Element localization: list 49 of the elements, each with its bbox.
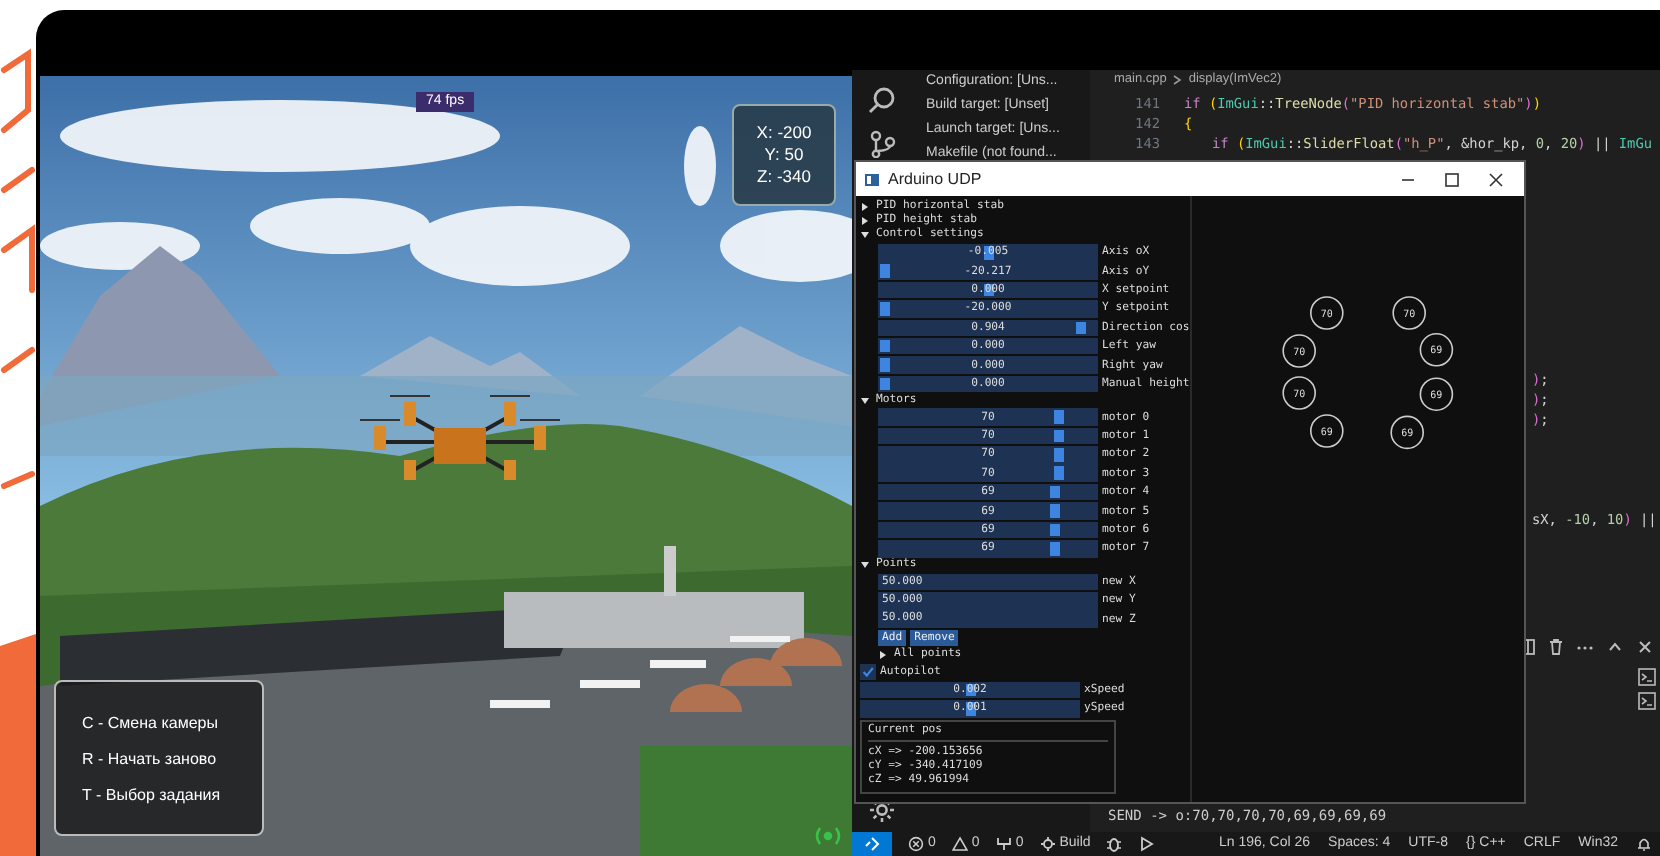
hotkey-hint: C - Смена камеры bbox=[82, 713, 220, 731]
terminal-icon[interactable] bbox=[1638, 692, 1656, 710]
antenna-icon bbox=[995, 836, 1012, 852]
slider-thumb[interactable] bbox=[880, 302, 890, 316]
close-icon[interactable] bbox=[1488, 171, 1504, 187]
slider-thumb[interactable] bbox=[880, 339, 890, 353]
error-icon bbox=[908, 836, 924, 852]
bell-icon[interactable] bbox=[1636, 836, 1652, 852]
slider-thumb[interactable] bbox=[1075, 321, 1086, 335]
slider-thumb[interactable] bbox=[1050, 504, 1061, 518]
slider-thumb[interactable] bbox=[1053, 410, 1064, 424]
collapsed-arrow-icon[interactable] bbox=[878, 649, 888, 660]
slider-thumb[interactable] bbox=[1053, 448, 1064, 462]
remote-icon bbox=[864, 836, 880, 852]
bug-icon[interactable] bbox=[1106, 836, 1123, 852]
coordinate-text: Z: -340 bbox=[757, 166, 811, 188]
expanded-arrow-icon[interactable] bbox=[860, 560, 870, 571]
trash-icon[interactable] bbox=[1548, 637, 1564, 655]
window-title: Arduino UDP bbox=[888, 167, 982, 191]
collapsed-arrow-icon[interactable] bbox=[860, 202, 870, 213]
expanded-arrow-icon[interactable] bbox=[860, 230, 870, 241]
slider-thumb[interactable] bbox=[880, 377, 890, 391]
close-icon[interactable] bbox=[1636, 637, 1654, 655]
terminal-icon[interactable] bbox=[1638, 668, 1656, 686]
remote-button[interactable] bbox=[852, 832, 892, 856]
maximize-icon[interactable] bbox=[1444, 171, 1460, 187]
collapsed-arrow-icon[interactable] bbox=[860, 216, 870, 227]
hotkey-hint: R - Начать заново bbox=[82, 749, 219, 767]
gear-icon bbox=[1039, 836, 1056, 852]
slider-thumb[interactable] bbox=[1053, 429, 1064, 443]
search-icon[interactable] bbox=[867, 86, 895, 114]
warning-icon bbox=[951, 836, 968, 852]
coordinate-text: X: -200 bbox=[756, 122, 812, 144]
chevron-icon bbox=[1172, 74, 1183, 86]
expanded-arrow-icon[interactable] bbox=[860, 395, 870, 406]
hotkey-hint: T - Выбор задания bbox=[82, 785, 223, 803]
slider-thumb[interactable] bbox=[1050, 523, 1061, 537]
slider-thumb[interactable] bbox=[880, 358, 890, 372]
play-icon[interactable] bbox=[1138, 836, 1155, 852]
slider-thumb[interactable] bbox=[1053, 466, 1064, 480]
source-control-icon[interactable] bbox=[867, 130, 895, 158]
coordinate-text: Y: 50 bbox=[764, 144, 804, 166]
checkbox[interactable] bbox=[860, 663, 876, 680]
signal-icon bbox=[812, 824, 844, 848]
chevron-up-icon[interactable] bbox=[1606, 637, 1624, 655]
slider-thumb[interactable] bbox=[880, 264, 890, 278]
slider-thumb[interactable] bbox=[1050, 542, 1061, 556]
slider-thumb[interactable] bbox=[1050, 485, 1061, 499]
app-icon bbox=[864, 171, 880, 187]
